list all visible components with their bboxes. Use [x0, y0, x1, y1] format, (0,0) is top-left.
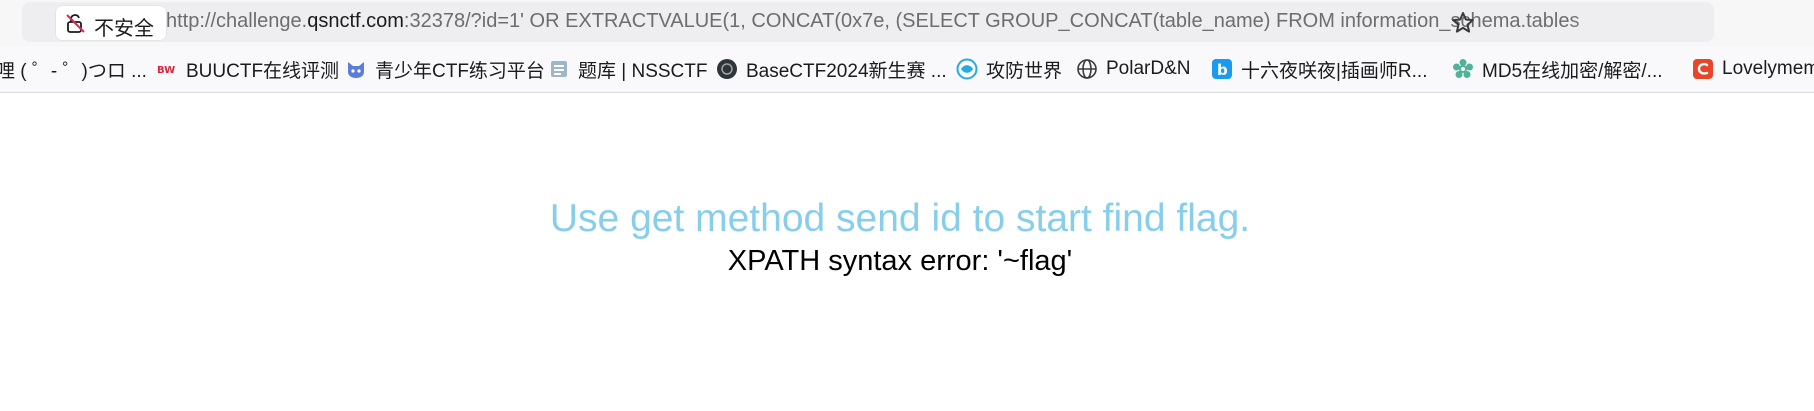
- url-text[interactable]: http://challenge.qsnctf.com:32378/?id=1'…: [166, 10, 1642, 33]
- bookmark-star-icon[interactable]: [1450, 10, 1476, 36]
- bookmark-item[interactable]: b 十六夜咲夜|插画师R...: [1211, 56, 1428, 82]
- bookmark-label: 题库 | NSSCTF: [578, 60, 708, 82]
- url-suffix: :32378/?id=1' OR EXTRACTVALUE(1, CONCAT(…: [403, 10, 1580, 32]
- bookmark-label: MD5在线加密/解密/...: [1482, 60, 1663, 82]
- bookmark-label: BaseCTF2024新生赛 ...: [746, 60, 947, 82]
- page-headline: Use get method send id to start find fla…: [549, 197, 1251, 240]
- bookmark-item[interactable]: BaseCTF2024新生赛 ...: [716, 56, 947, 82]
- gear-flower-icon: [1452, 58, 1474, 80]
- url-prefix: http://challenge.: [166, 10, 308, 32]
- qsnctf-icon: [345, 58, 367, 80]
- bookmark-item[interactable]: 哩 ( ゜- ゜)つロ ...: [0, 56, 147, 82]
- bookmark-item[interactable]: 青少年CTF练习平台: [345, 56, 545, 82]
- bookmark-item[interactable]: 题库 | NSSCTF: [548, 56, 708, 82]
- bookmark-item[interactable]: MD5在线加密/解密/...: [1452, 56, 1663, 82]
- bookmark-label: 青少年CTF练习平台: [375, 60, 545, 82]
- error-message: XPATH syntax error: '~flag': [727, 245, 1073, 277]
- bilibili-icon: b: [1211, 58, 1233, 80]
- bookmarks-toolbar: 哩 ( ゜- ゜)つロ ... BW BUUCTF在线评测 青少年CTF练习平台…: [0, 46, 1814, 93]
- bookmark-label: 哩 ( ゜- ゜)つロ ...: [0, 60, 147, 82]
- page-content: Use get method send id to start find fla…: [0, 93, 1814, 411]
- bookmark-label: Lovelymem: [1722, 58, 1814, 79]
- bookmark-item[interactable]: 攻防世界: [956, 56, 1062, 82]
- nssctf-icon: [548, 58, 570, 80]
- bookmark-item[interactable]: BW BUUCTF在线评测: [156, 56, 339, 82]
- bookmark-label: 十六夜咲夜|插画师R...: [1241, 60, 1428, 82]
- buuctf-icon: BW: [156, 58, 178, 80]
- bookmark-label: BUUCTF在线评测: [186, 60, 340, 82]
- bookmark-item[interactable]: PolarD&N: [1076, 56, 1190, 82]
- svg-text:BW: BW: [157, 65, 175, 76]
- svg-text:b: b: [1217, 61, 1228, 79]
- adworld-icon: [956, 58, 978, 80]
- site-security-button[interactable]: 不安全: [56, 6, 166, 40]
- url-domain: qsnctf.com: [307, 10, 404, 32]
- globe-icon: [1076, 58, 1098, 80]
- insecure-lock-icon: [66, 14, 85, 33]
- security-label: 不安全: [94, 18, 154, 40]
- browser-toolbar: 不安全 http://challenge.qsnctf.com:32378/?i…: [0, 0, 1814, 46]
- bookmark-item[interactable]: Lovelymem: [1692, 56, 1814, 82]
- lovelymem-icon: [1692, 58, 1714, 80]
- basectf-icon: [716, 58, 738, 80]
- bookmark-label: 攻防世界: [986, 60, 1063, 82]
- address-bar[interactable]: 不安全 http://challenge.qsnctf.com:32378/?i…: [22, 2, 1714, 42]
- bookmark-label: PolarD&N: [1106, 58, 1191, 79]
